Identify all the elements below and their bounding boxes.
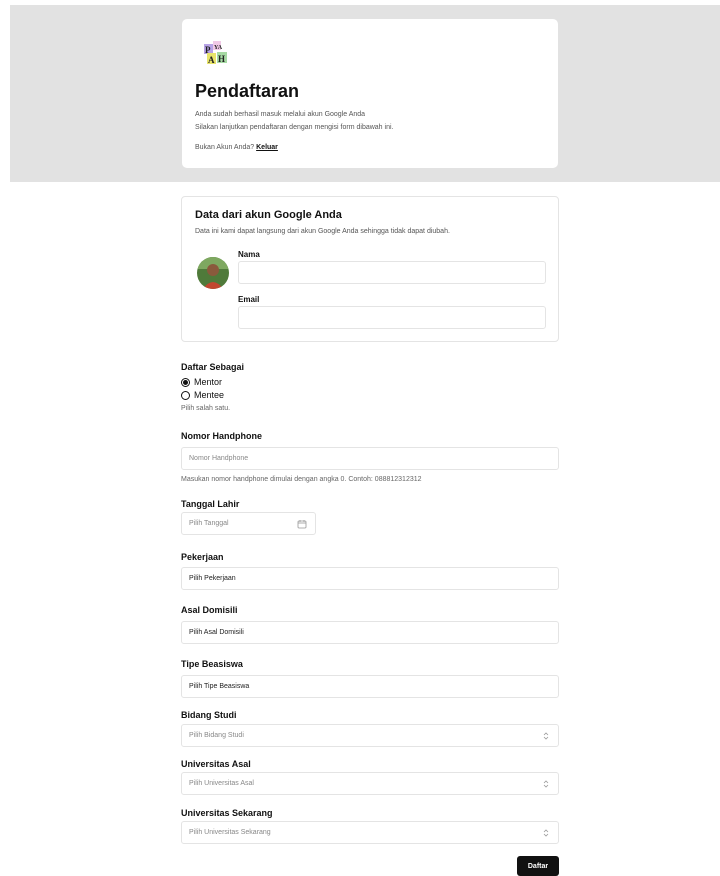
birthdate-label: Tanggal Lahir — [181, 499, 240, 509]
google-section-title: Data dari akun Google Anda — [195, 209, 342, 221]
email-label: Email — [238, 295, 260, 304]
login-info-text: Anda sudah berhasil masuk melalui akun G… — [195, 111, 366, 118]
job-select[interactable]: Pilih Pekerjaan — [181, 567, 559, 590]
origin-university-select[interactable]: Pilih Universitas Asal — [181, 772, 559, 795]
radio-checked-icon[interactable] — [181, 377, 190, 387]
phone-label: Nomor Handphone — [181, 431, 262, 441]
google-section-subtitle: Data ini kami dapat langsung dari akun G… — [195, 228, 450, 235]
svg-text:P: P — [205, 45, 211, 55]
svg-text:YA: YA — [214, 45, 223, 51]
current-university-value: Pilih Universitas Sekarang — [189, 829, 271, 836]
avatar — [197, 257, 229, 289]
domicile-label: Asal Domisili — [181, 605, 238, 615]
job-label: Pekerjaan — [181, 552, 224, 562]
origin-university-label: Universitas Asal — [181, 759, 251, 769]
phone-input[interactable]: Nomor Handphone — [181, 447, 559, 470]
page-title: Pendaftaran — [195, 81, 300, 101]
welcome-card: P YA A H Pendaftaran Anda sudah berhasil… — [182, 19, 558, 168]
logout-link[interactable]: Keluar — [256, 144, 278, 151]
role-option-mentor[interactable]: Mentor — [181, 377, 222, 387]
study-field-value: Pilih Bidang Studi — [189, 732, 244, 739]
chevron-updown-icon — [543, 732, 549, 740]
calendar-icon — [297, 520, 307, 529]
birthdate-placeholder: Pilih Tanggal — [189, 520, 229, 527]
submit-button[interactable]: Daftar — [517, 856, 559, 876]
role-help-text: Pilih salah satu. — [181, 405, 231, 412]
svg-text:A: A — [208, 55, 215, 65]
scholarship-select[interactable]: Pilih Tipe Beasiswa — [181, 675, 559, 698]
study-field-label: Bidang Studi — [181, 710, 237, 720]
phone-help-text: Masukan nomor handphone dimulai dengan a… — [181, 476, 422, 483]
name-label: Nama — [238, 250, 260, 259]
chevron-updown-icon — [543, 829, 549, 837]
scholarship-label: Tipe Beasiswa — [181, 659, 243, 669]
radio-unchecked-icon[interactable] — [181, 390, 190, 400]
instruction-text: Silakan lanjutkan pendaftaran dengan men… — [195, 124, 394, 131]
study-field-select[interactable]: Pilih Bidang Studi — [181, 724, 559, 747]
role-option-label: Mentor — [194, 377, 223, 387]
role-option-label: Mentee — [194, 390, 225, 400]
not-your-account-text: Bukan Akun Anda? Keluar — [195, 144, 278, 151]
origin-university-value: Pilih Universitas Asal — [189, 780, 254, 787]
brand-logo-icon: P YA A H — [204, 41, 227, 65]
current-university-select[interactable]: Pilih Universitas Sekarang — [181, 821, 559, 844]
google-account-section: Data dari akun Google Anda Data ini kami… — [181, 196, 559, 342]
name-field — [238, 261, 546, 284]
current-university-label: Universitas Sekarang — [181, 808, 273, 818]
email-field — [238, 306, 546, 329]
role-option-mentee[interactable]: Mentee — [181, 390, 224, 400]
not-your-account-label: Bukan Akun Anda? — [195, 144, 255, 151]
svg-text:H: H — [218, 54, 225, 64]
birthdate-picker[interactable]: Pilih Tanggal — [181, 512, 316, 535]
chevron-updown-icon — [543, 780, 549, 788]
domicile-select[interactable]: Pilih Asal Domisili — [181, 621, 559, 644]
role-label: Daftar Sebagai — [181, 362, 245, 372]
